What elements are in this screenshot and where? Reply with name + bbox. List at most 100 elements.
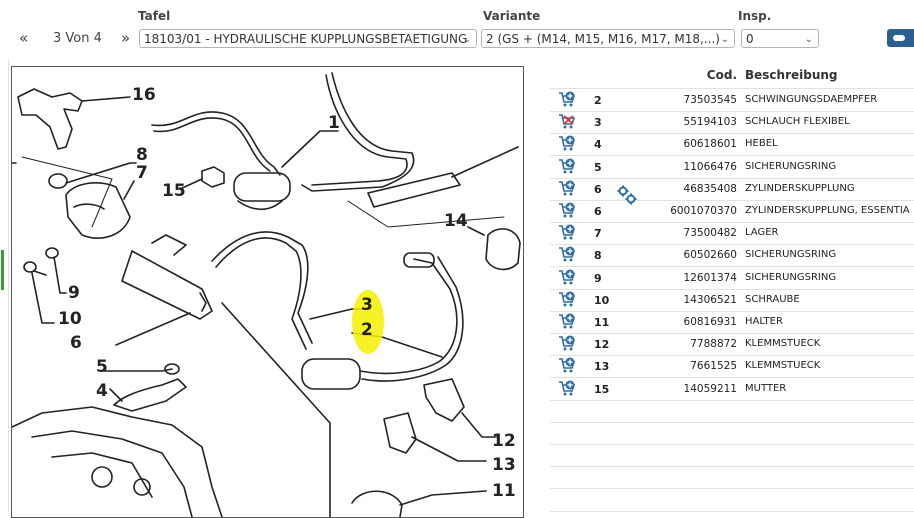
- row-position: 6: [594, 205, 602, 218]
- table-row[interactable]: 2 73503545 SCHWINGUNGSDAEMPFER: [550, 89, 914, 112]
- row-code: 55194103: [683, 116, 737, 129]
- row-position: 2: [594, 94, 602, 107]
- divider: [550, 466, 914, 468]
- divider: [550, 510, 914, 512]
- table-row[interactable]: 10 14306521 SCHRAUBE: [550, 289, 914, 312]
- table-row[interactable]: 11 60816931 HALTER: [550, 311, 914, 334]
- table-row[interactable]: 3 55194103 SCHLAUCH FLEXIBEL: [550, 111, 914, 135]
- add-to-cart-icon[interactable]: [558, 158, 576, 175]
- add-to-cart-icon[interactable]: [558, 269, 576, 286]
- row-code: 60816931: [683, 316, 737, 328]
- row-position: 7: [594, 227, 602, 241]
- row-code: 73500482: [683, 227, 737, 240]
- add-to-cart-icon[interactable]: [558, 335, 576, 352]
- cart-unavailable-icon[interactable]: [558, 113, 576, 130]
- first-page-button[interactable]: «: [19, 29, 28, 47]
- divider: [550, 444, 914, 445]
- add-to-cart-icon[interactable]: [558, 135, 576, 152]
- insp-label: Insp.: [738, 9, 772, 23]
- row-code: 7661525: [690, 360, 737, 373]
- table-row[interactable]: 12 7788872 KLEMMSTUECK: [550, 333, 914, 357]
- table-row[interactable]: 7 73500482 LAGER: [550, 222, 914, 246]
- divider: [550, 421, 914, 423]
- row-position: 5: [594, 160, 602, 174]
- row-position: 6: [594, 182, 602, 196]
- add-to-cart-icon[interactable]: [558, 246, 576, 263]
- row-code: 60618601: [683, 138, 737, 151]
- row-description: MUTTER: [745, 382, 787, 394]
- row-code: 60502660: [683, 249, 737, 262]
- message-button[interactable]: [887, 29, 914, 47]
- table-row[interactable]: 6 46835408 ZYLINDERSKUPPLUNG: [550, 178, 914, 201]
- table-row[interactable]: 5 11066476 SICHERUNGSRING: [550, 156, 914, 179]
- column-header-code: Cod.: [706, 68, 737, 82]
- callout-1[interactable]: 1: [328, 113, 340, 133]
- row-description: ZYLINDERSKUPPLUNG, ESSENTIA: [745, 205, 910, 216]
- add-to-cart-icon[interactable]: [558, 224, 576, 241]
- table-row[interactable]: 13 7661525 KLEMMSTUECK: [550, 355, 914, 379]
- parts-table: Cod. Beschreibung 2 73503545 SCHWINGUNGSDA…: [550, 60, 914, 512]
- tafel-label: Tafel: [138, 9, 171, 23]
- table-row[interactable]: 8 60502660 SICHERUNGSRING: [550, 244, 914, 268]
- status-marker: [1, 250, 4, 290]
- callout-15[interactable]: 15: [162, 181, 186, 201]
- callout-5[interactable]: 5: [96, 357, 108, 377]
- add-to-cart-icon[interactable]: [558, 380, 576, 397]
- add-to-cart-icon[interactable]: [558, 313, 576, 330]
- exploded-parts-diagram[interactable]: 16 1 8 7 15 14 9 10 3 2 6 5 4 12 13 11: [11, 66, 524, 518]
- row-position: 9: [594, 271, 602, 285]
- callout-10[interactable]: 10: [58, 309, 82, 329]
- diagram-drawing: [12, 72, 521, 517]
- callout-9[interactable]: 9: [68, 283, 80, 303]
- callout-6[interactable]: 6: [70, 333, 82, 353]
- table-row[interactable]: 9 12601374 SICHERUNGSRING: [550, 267, 914, 290]
- row-description: HEBEL: [745, 138, 778, 150]
- row-code: 6001070370: [670, 205, 737, 217]
- row-description: SCHRAUBE: [745, 293, 800, 305]
- callout-4[interactable]: 4: [96, 381, 108, 401]
- row-position: 13: [594, 360, 610, 374]
- row-position: 15: [594, 382, 610, 396]
- callout-14[interactable]: 14: [444, 211, 468, 231]
- table-row[interactable]: 15 14059211 MUTTER: [550, 378, 914, 401]
- callout-3[interactable]: 3: [361, 295, 373, 315]
- callout-7[interactable]: 7: [136, 163, 148, 183]
- row-code: 11066476: [683, 160, 737, 173]
- insp-select[interactable]: 0 ⌄: [741, 29, 819, 48]
- table-row[interactable]: 6 6001070370 ZYLINDERSKUPPLUNG, ESSENTIA: [550, 200, 914, 223]
- variante-select-value: 2 (GS + (M14, M15, M16, M17, M18,...): [486, 32, 720, 46]
- message-icon: [893, 35, 905, 41]
- add-to-cart-icon[interactable]: [558, 291, 576, 308]
- gear-icon[interactable]: [616, 184, 638, 206]
- add-to-cart-icon[interactable]: [558, 357, 576, 374]
- callout-12[interactable]: 12: [492, 431, 516, 451]
- callout-2[interactable]: 2: [361, 320, 373, 340]
- next-page-button[interactable]: »: [121, 29, 130, 47]
- row-position: 11: [594, 316, 610, 329]
- callout-11[interactable]: 11: [492, 481, 516, 501]
- row-description: SICHERUNGSRING: [745, 160, 837, 172]
- row-code: 14059211: [683, 382, 737, 395]
- page-indicator: 3 Von 4: [53, 31, 102, 46]
- row-position: 12: [594, 338, 610, 352]
- callout-13[interactable]: 13: [492, 455, 516, 475]
- row-description: HALTER: [745, 316, 783, 327]
- variante-select[interactable]: 2 (GS + (M14, M15, M16, M17, M18,...) ⌄: [481, 29, 735, 48]
- row-description: SCHWINGUNGSDAEMPFER: [745, 94, 878, 105]
- divider: [550, 399, 914, 401]
- table-row[interactable]: 4 60618601 HEBEL: [550, 133, 914, 157]
- column-header-description: Beschreibung: [745, 68, 838, 82]
- row-description: SCHLAUCH FLEXIBEL: [745, 116, 850, 128]
- row-code: 7788872: [690, 338, 737, 351]
- divider: [550, 488, 914, 490]
- tafel-select[interactable]: 18103/01 - HYDRAULISCHE KUPPLUNGSBETAETI…: [139, 29, 477, 48]
- row-code: 12601374: [683, 271, 737, 284]
- add-to-cart-icon[interactable]: [558, 180, 576, 197]
- row-description: SICHERUNGSRING: [745, 249, 837, 261]
- callout-16[interactable]: 16: [132, 85, 156, 105]
- chevron-down-icon: ⌄: [462, 34, 471, 45]
- left-sidebar-strip: [0, 60, 9, 512]
- add-to-cart-icon[interactable]: [558, 91, 576, 108]
- callout-8[interactable]: 8: [136, 145, 148, 165]
- add-to-cart-icon[interactable]: [558, 202, 576, 219]
